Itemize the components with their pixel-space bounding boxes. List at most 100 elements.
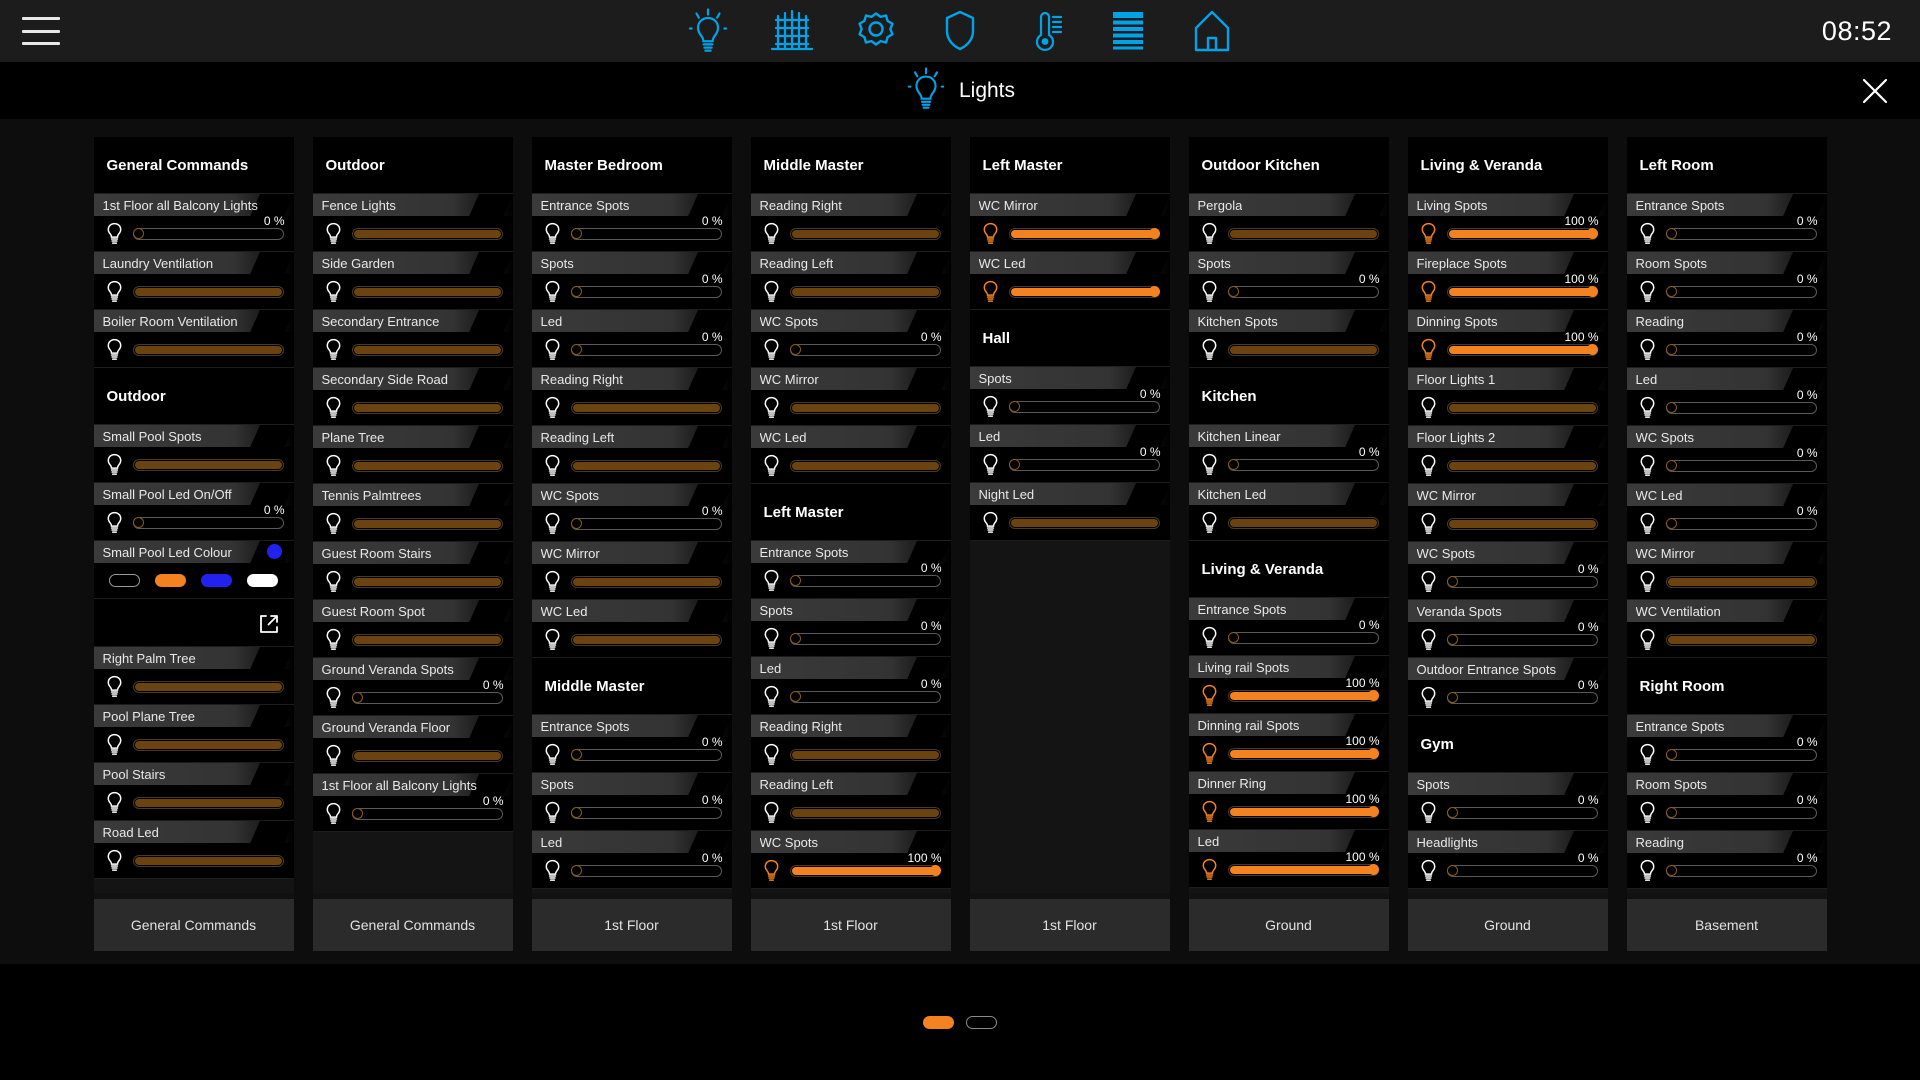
light-slider[interactable] (351, 227, 503, 240)
light-slider[interactable] (1446, 227, 1598, 240)
slider-knob[interactable] (1665, 518, 1677, 529)
bulb-icon[interactable] (543, 338, 563, 361)
bulb-icon[interactable] (105, 849, 125, 872)
bulb-icon[interactable] (1419, 454, 1439, 477)
light-slider[interactable] (132, 854, 284, 867)
bulb-icon[interactable] (1419, 859, 1439, 882)
bulb-icon[interactable] (1200, 338, 1220, 361)
bulb-icon[interactable] (543, 512, 563, 535)
light-slider[interactable] (1227, 458, 1379, 471)
bulb-icon[interactable] (762, 338, 782, 361)
light-slider[interactable] (789, 806, 941, 819)
bulb-icon[interactable] (105, 733, 125, 756)
light-slider[interactable] (570, 575, 722, 588)
light-slider[interactable] (351, 633, 503, 646)
slider-knob[interactable] (929, 865, 941, 876)
card-scroll-area[interactable]: Middle Master Reading Right Reading Left… (750, 137, 951, 893)
bulb-icon[interactable] (1419, 801, 1439, 824)
light-slider[interactable] (1446, 285, 1598, 298)
slider-knob[interactable] (1446, 576, 1458, 587)
slider-knob[interactable] (1227, 286, 1239, 297)
bulb-icon[interactable] (762, 280, 782, 303)
slider-knob[interactable] (351, 692, 363, 703)
light-slider[interactable] (570, 227, 722, 240)
slider-knob[interactable] (1665, 460, 1677, 471)
card-scroll-area[interactable]: Living & Veranda Living Spots 100 % Fire… (1407, 137, 1608, 893)
card-footer-button[interactable]: 1st Floor (531, 899, 732, 951)
slider-knob[interactable] (1586, 344, 1598, 355)
page-dot[interactable] (966, 1015, 997, 1029)
slider-knob[interactable] (1367, 690, 1379, 701)
bulb-icon[interactable] (1419, 338, 1439, 361)
slider-knob[interactable] (1008, 401, 1020, 412)
card-scroll-area[interactable]: Outdoor Kitchen Pergola Spots 0 % Kitche… (1188, 137, 1389, 893)
card-footer-button[interactable]: 1st Floor (750, 899, 951, 951)
slider-knob[interactable] (1227, 632, 1239, 643)
card-scroll-area[interactable]: Outdoor Fence Lights Side Garden Seconda… (312, 137, 513, 893)
blinds-icon[interactable] (1106, 8, 1150, 54)
light-slider[interactable] (1227, 863, 1379, 876)
gate-icon[interactable] (770, 8, 814, 54)
bulb-icon[interactable] (543, 628, 563, 651)
light-slider[interactable] (1446, 401, 1598, 414)
slider-knob[interactable] (570, 286, 582, 297)
bulb-icon[interactable] (981, 453, 1001, 476)
bulb-icon[interactable] (105, 453, 125, 476)
bulb-icon[interactable] (1200, 742, 1220, 765)
slider-knob[interactable] (789, 691, 801, 702)
slider-knob[interactable] (351, 808, 363, 819)
slider-knob[interactable] (1148, 228, 1160, 239)
light-slider[interactable] (1665, 227, 1817, 240)
bulb-icon[interactable] (1419, 396, 1439, 419)
light-slider[interactable] (132, 343, 284, 356)
bulb-icon[interactable] (105, 791, 125, 814)
bulb-icon[interactable] (1638, 743, 1658, 766)
slider-knob[interactable] (132, 517, 144, 528)
slider-knob[interactable] (570, 865, 582, 876)
light-slider[interactable] (1008, 516, 1160, 529)
gear-icon[interactable] (854, 8, 898, 54)
close-icon[interactable] (1860, 76, 1890, 106)
light-slider[interactable] (1446, 864, 1598, 877)
light-slider[interactable] (789, 574, 941, 587)
bulb-icon[interactable] (1638, 222, 1658, 245)
bulb-icon[interactable] (1638, 512, 1658, 535)
bulb-icon[interactable] (1200, 800, 1220, 823)
light-slider[interactable] (1227, 631, 1379, 644)
slider-knob[interactable] (1367, 748, 1379, 759)
bulb-icon[interactable] (762, 569, 782, 592)
slider-knob[interactable] (570, 344, 582, 355)
card-footer-button[interactable]: General Commands (93, 899, 294, 951)
light-slider[interactable] (351, 459, 503, 472)
bulb-icon[interactable] (981, 511, 1001, 534)
light-slider[interactable] (351, 343, 503, 356)
bulb-icon[interactable] (1200, 453, 1220, 476)
slider-knob[interactable] (1665, 865, 1677, 876)
bulb-icon[interactable] (1419, 628, 1439, 651)
bulb-icon[interactable] (543, 801, 563, 824)
slider-knob[interactable] (1148, 286, 1160, 297)
light-slider[interactable] (1665, 343, 1817, 356)
bulb-icon[interactable] (981, 280, 1001, 303)
bulb-icon[interactable] (762, 801, 782, 824)
bulb-icon[interactable] (105, 280, 125, 303)
bulb-icon[interactable] (1638, 801, 1658, 824)
light-slider[interactable] (789, 285, 941, 298)
light-slider[interactable] (570, 517, 722, 530)
bulb-icon[interactable] (762, 396, 782, 419)
bulb-icon[interactable] (324, 570, 344, 593)
bulb-icon[interactable] (543, 859, 563, 882)
slider-knob[interactable] (570, 518, 582, 529)
swatch-blue[interactable] (201, 574, 232, 587)
slider-knob[interactable] (1446, 634, 1458, 645)
menu-icon[interactable] (22, 17, 60, 45)
light-slider[interactable] (1665, 285, 1817, 298)
card-footer-button[interactable]: General Commands (312, 899, 513, 951)
slider-knob[interactable] (1367, 864, 1379, 875)
light-slider[interactable] (570, 285, 722, 298)
slider-knob[interactable] (1665, 228, 1677, 239)
bulb-icon[interactable] (1638, 338, 1658, 361)
slider-knob[interactable] (789, 575, 801, 586)
bulb-icon[interactable] (543, 396, 563, 419)
light-slider[interactable] (1227, 805, 1379, 818)
